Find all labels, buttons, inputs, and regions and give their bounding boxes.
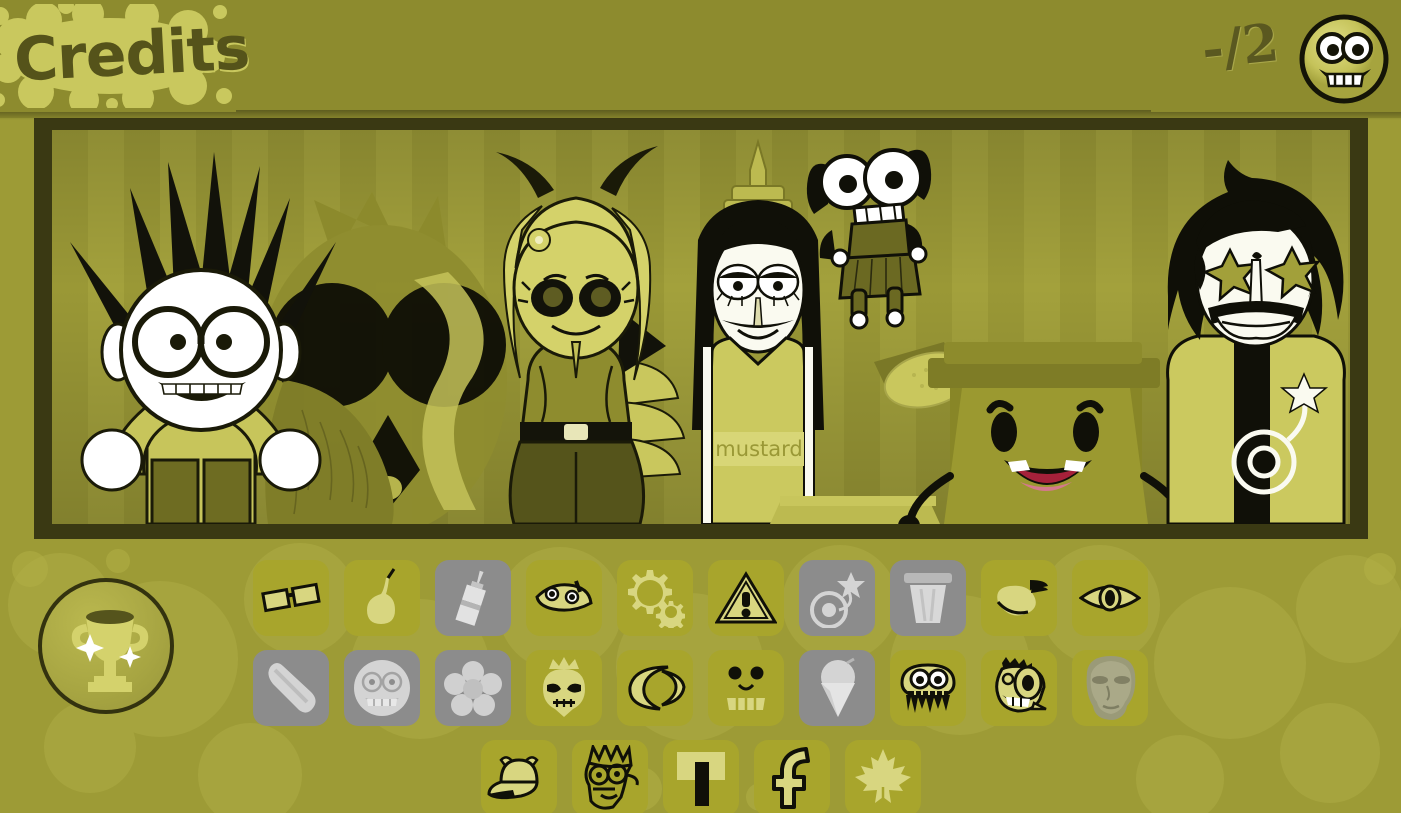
bonus-eye-icon-tile[interactable]: [1072, 560, 1148, 636]
bonus-glasses-icon-tile[interactable]: [253, 560, 329, 636]
bonus-goofy-face-icon-tile[interactable]: [981, 650, 1057, 726]
star-eyes-character: [1166, 160, 1346, 524]
bonus-warning-icon-tile[interactable]: [708, 560, 784, 636]
bonus-flower-icon-tile[interactable]: [435, 650, 511, 726]
king-skull-icon: [543, 657, 585, 717]
bonus-mustard-bottle-icon-tile[interactable]: [435, 560, 511, 636]
banana-duck-icon: [996, 580, 1048, 616]
hanging-doll-character: [806, 148, 932, 330]
horned-cap-icon: [486, 756, 539, 800]
mustard-bottle-character: mustard: [692, 138, 824, 524]
mustard-bottle-icon: [455, 570, 486, 626]
bonus-pear-icon-tile[interactable]: [344, 560, 420, 636]
gears-icon: [628, 570, 685, 628]
bonus-alien-head-icon-tile[interactable]: [1072, 650, 1148, 726]
spiky-boy-icon: [584, 745, 639, 810]
bonus-row-2: [0, 650, 1401, 726]
bonus-ice-cream-icon-tile[interactable]: [799, 650, 875, 726]
shirt-label: mustard: [715, 437, 802, 461]
bonus-melting-face-icon-tile[interactable]: [890, 650, 966, 726]
flower-icon: [444, 661, 502, 716]
bonus-pickle-icon-tile[interactable]: [253, 650, 329, 726]
bonus-flash-icon-tile[interactable]: [753, 740, 830, 813]
exclamation-block-icon: [676, 752, 725, 806]
bonus-row-3: [0, 740, 1401, 813]
alien-head-icon: [1086, 656, 1136, 720]
glasses-icon: [261, 582, 321, 613]
warning-triangle-icon: [715, 571, 777, 624]
nerd-face-icon: [354, 660, 410, 716]
bonus-spiky-boy-icon-tile[interactable]: [571, 740, 648, 813]
pickle-icon: [268, 663, 316, 713]
bonus-banana-duck-icon-tile[interactable]: [981, 560, 1057, 636]
bonus-exclamation-block-icon-tile[interactable]: [662, 740, 739, 813]
ice-cream-icon: [821, 657, 855, 717]
bonus-maple-leaf-icon-tile[interactable]: [844, 740, 921, 813]
spiky-glasses-character: [70, 152, 336, 524]
maple-leaf-icon: [854, 749, 911, 807]
bonus-crescent-icon-tile[interactable]: [617, 650, 693, 726]
credits-screen: CoMPuter Credits -/2: [0, 0, 1401, 813]
bonus-icon-grid: [0, 560, 1401, 813]
flash-logo-icon: [771, 747, 810, 809]
goofy-face-icon: [995, 657, 1047, 713]
bee-girl-character: [496, 146, 686, 524]
character-stage: mustard: [34, 112, 1368, 539]
bonus-gears-icon-tile[interactable]: [617, 560, 693, 636]
grinning-face-icon: [1299, 14, 1389, 104]
fish-eyes-icon: [535, 580, 593, 612]
eye-icon: [1079, 584, 1141, 612]
score-counter: -/2: [1199, 12, 1282, 81]
bonus-monocle-star-icon-tile[interactable]: [799, 560, 875, 636]
pear-icon: [367, 568, 396, 624]
bonus-trash-bin-icon-tile[interactable]: [890, 560, 966, 636]
smiley-face-icon: [727, 666, 765, 711]
monocle-star-icon: [810, 572, 865, 628]
melting-face-icon: [900, 663, 956, 713]
trash-can-character: [898, 342, 1196, 524]
trash-bin-icon: [904, 573, 952, 623]
bonus-row-1: [0, 560, 1401, 636]
bonus-nerd-face-icon-tile[interactable]: [344, 650, 420, 726]
crescent-icon: [628, 665, 686, 711]
bonus-smiley-icon-tile[interactable]: [708, 650, 784, 726]
bonus-king-skull-icon-tile[interactable]: [526, 650, 602, 726]
stage-inner: mustard: [52, 130, 1350, 524]
page-title: Credits: [12, 13, 251, 96]
bonus-horned-cap-icon-tile[interactable]: [480, 740, 557, 813]
characters-layer: mustard: [70, 138, 1346, 524]
bonus-fish-eyes-icon-tile[interactable]: [526, 560, 602, 636]
